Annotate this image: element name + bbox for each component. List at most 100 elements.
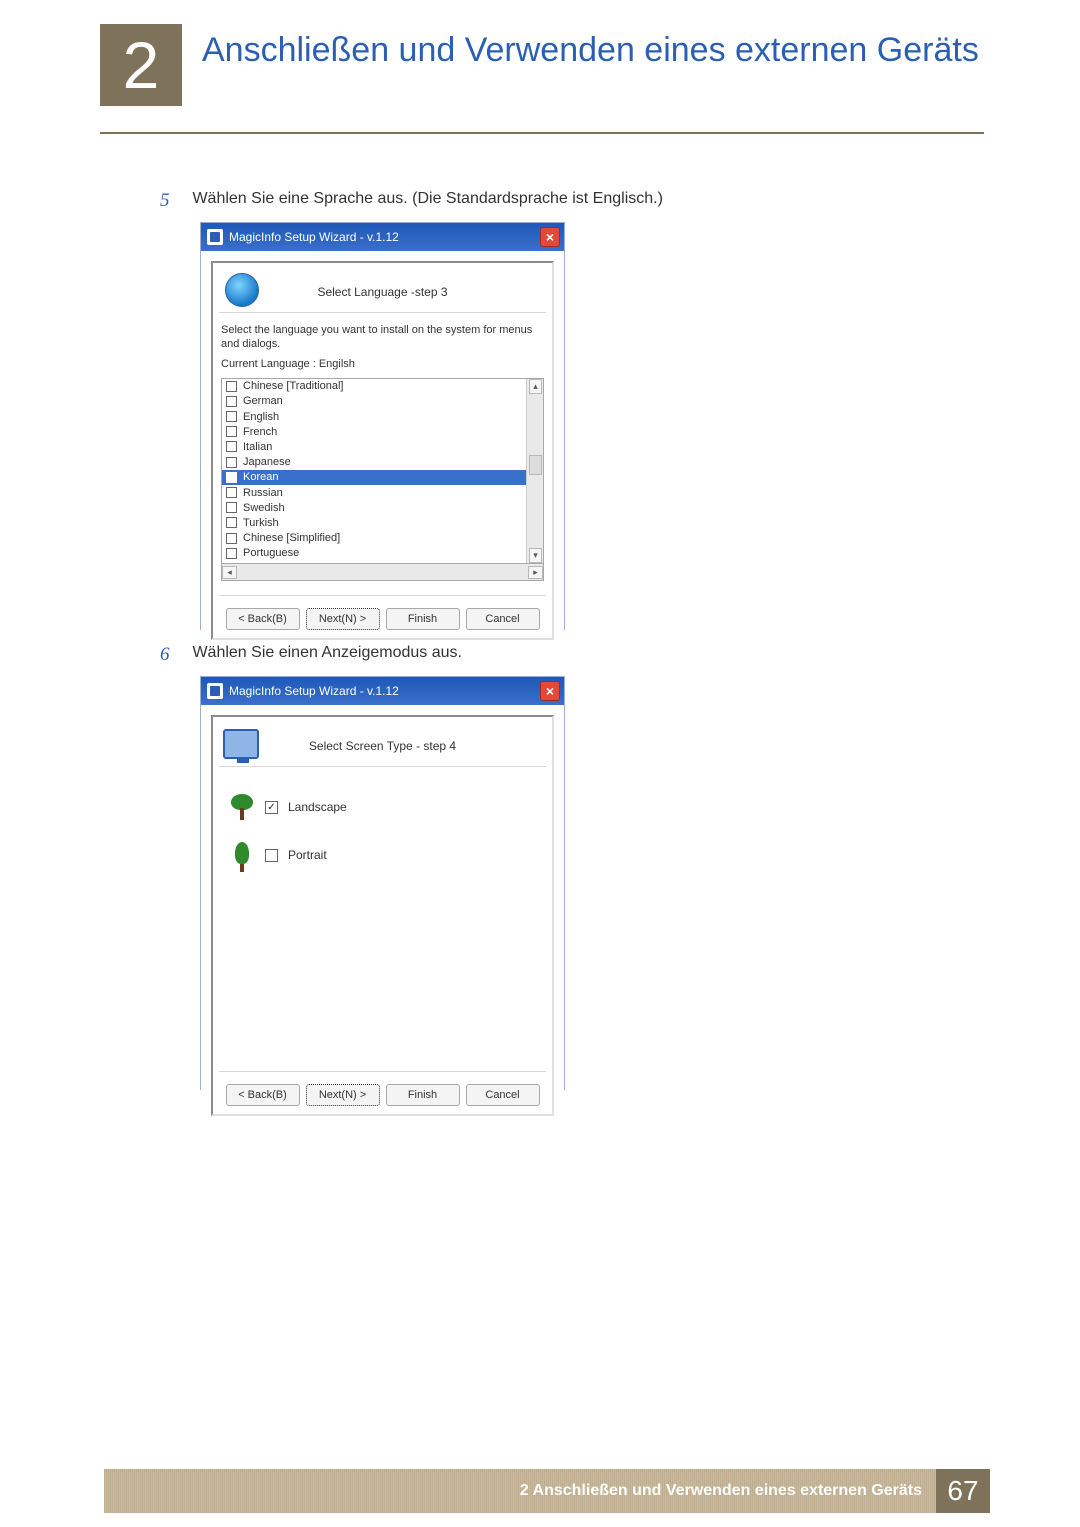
language-item-label: Chinese [Traditional]: [243, 380, 343, 392]
horizontal-scrollbar[interactable]: ◂ ▸: [221, 564, 544, 581]
landscape-label: Landscape: [288, 800, 347, 814]
language-item[interactable]: French: [222, 424, 526, 439]
language-item[interactable]: Swedish: [222, 500, 526, 515]
language-item[interactable]: German: [222, 394, 526, 409]
portrait-checkbox[interactable]: [265, 849, 278, 862]
next-button[interactable]: Next(N) >: [306, 608, 380, 630]
language-item-label: German: [243, 395, 283, 407]
footer-text: 2 Anschließen und Verwenden eines extern…: [520, 1482, 922, 1500]
step-banner-title: Select Screen Type - step 4: [309, 739, 456, 753]
step-banner: Select Language -step 3: [219, 271, 546, 313]
scroll-up-icon[interactable]: ▴: [529, 379, 542, 394]
wizard-titlebar: MagicInfo Setup Wizard - v.1.12 ×: [201, 223, 564, 251]
language-item-checkbox[interactable]: [226, 487, 237, 498]
back-button[interactable]: < Back(B): [226, 608, 300, 630]
language-list: Chinese [Traditional] German English French…: [222, 379, 526, 563]
page-footer: 2 Anschließen und Verwenden eines extern…: [104, 1469, 990, 1513]
step-5-number: 5: [160, 190, 188, 212]
language-item-label: Japanese: [243, 456, 291, 468]
language-item[interactable]: English: [222, 409, 526, 424]
language-listbox[interactable]: Chinese [Traditional] German English French…: [221, 378, 544, 564]
step-6-text: Wählen Sie einen Anzeigemodus aus.: [192, 644, 462, 662]
wizard-title-text: MagicInfo Setup Wizard - v.1.12: [229, 684, 399, 698]
language-item-checkbox[interactable]: [226, 411, 237, 422]
tree-portrait-icon: [229, 842, 255, 868]
wizard-panel: Select Language -step 3 Select the langu…: [211, 261, 554, 640]
step-6-number: 6: [160, 644, 188, 666]
wizard-language: MagicInfo Setup Wizard - v.1.12 × Select…: [200, 222, 565, 630]
chapter-header: 2 Anschließen und Verwenden eines extern…: [100, 24, 984, 134]
wizard-body: Select Screen Type - step 4 ✓ Landscape …: [201, 705, 564, 1128]
wizard-titlebar: MagicInfo Setup Wizard - v.1.12 ×: [201, 677, 564, 705]
language-item-checkbox[interactable]: [226, 441, 237, 452]
screen-type-options: ✓ Landscape Portrait: [219, 767, 546, 1057]
language-item-label: Portuguese: [243, 547, 299, 559]
landscape-checkbox[interactable]: ✓: [265, 801, 278, 814]
scroll-right-icon[interactable]: ▸: [528, 566, 543, 579]
language-item[interactable]: Chinese [Traditional]: [222, 379, 526, 394]
language-item-checkbox[interactable]: [226, 472, 237, 483]
step-banner-title: Select Language -step 3: [317, 285, 447, 299]
language-item[interactable]: Turkish: [222, 515, 526, 530]
close-icon: ×: [546, 684, 554, 698]
finish-button[interactable]: Finish: [386, 1084, 460, 1106]
portrait-label: Portrait: [288, 848, 327, 862]
language-item[interactable]: Chinese [Simplified]: [222, 530, 526, 545]
language-item-label: Italian: [243, 441, 272, 453]
language-item-label: English: [243, 411, 279, 423]
language-item-label: Swedish: [243, 502, 285, 514]
scroll-left-icon[interactable]: ◂: [222, 566, 237, 579]
step-banner: Select Screen Type - step 4: [219, 725, 546, 767]
cancel-button[interactable]: Cancel: [466, 608, 540, 630]
language-item[interactable]: Japanese: [222, 455, 526, 470]
language-item-checkbox[interactable]: [226, 533, 237, 544]
step-5-text: Wählen Sie eine Sprache aus. (Die Standa…: [192, 190, 662, 208]
landscape-option[interactable]: ✓ Landscape: [219, 783, 546, 831]
language-item-label: Russian: [243, 487, 283, 499]
wizard-button-row: < Back(B) Next(N) > Finish Cancel: [219, 595, 546, 630]
language-item-checkbox[interactable]: [226, 548, 237, 559]
language-item-label: Turkish: [243, 517, 279, 529]
wizard-title-text: MagicInfo Setup Wizard - v.1.12: [229, 230, 399, 244]
language-item-checkbox[interactable]: [226, 502, 237, 513]
language-item[interactable]: Russian: [222, 485, 526, 500]
tree-landscape-icon: [229, 794, 255, 820]
scroll-thumb[interactable]: [529, 455, 542, 475]
scroll-down-icon[interactable]: ▾: [529, 548, 542, 563]
language-item-checkbox[interactable]: [226, 396, 237, 407]
wizard-body: Select Language -step 3 Select the langu…: [201, 251, 564, 652]
language-item-label: Chinese [Simplified]: [243, 532, 340, 544]
language-item-label: Korean: [243, 471, 278, 483]
wizard-button-row: < Back(B) Next(N) > Finish Cancel: [219, 1071, 546, 1106]
language-item-checkbox[interactable]: [226, 381, 237, 392]
footer-page-number: 67: [936, 1469, 990, 1513]
language-item[interactable]: Italian: [222, 439, 526, 454]
step-6: 6 Wählen Sie einen Anzeigemodus aus.: [160, 644, 462, 666]
app-icon: [207, 229, 223, 245]
language-item-checkbox[interactable]: [226, 517, 237, 528]
language-item-checkbox[interactable]: [226, 426, 237, 437]
footer-bar: 2 Anschließen und Verwenden eines extern…: [104, 1469, 936, 1513]
language-item[interactable]: Portuguese: [222, 546, 526, 561]
close-button[interactable]: ×: [540, 681, 560, 701]
current-language-label: Current Language : Engilsh: [221, 358, 544, 370]
wizard-panel: Select Screen Type - step 4 ✓ Landscape …: [211, 715, 554, 1116]
language-item-label: French: [243, 426, 277, 438]
language-item[interactable]: Korean: [222, 470, 526, 485]
close-button[interactable]: ×: [540, 227, 560, 247]
chapter-number: 2: [123, 27, 160, 103]
cancel-button[interactable]: Cancel: [466, 1084, 540, 1106]
vertical-scrollbar[interactable]: ▴ ▾: [526, 379, 543, 563]
chapter-title: Anschließen und Verwenden eines externen…: [202, 30, 984, 71]
close-icon: ×: [546, 230, 554, 244]
app-icon: [207, 683, 223, 699]
step-5: 5 Wählen Sie eine Sprache aus. (Die Stan…: [160, 190, 663, 212]
monitor-icon: [223, 729, 259, 759]
language-item-checkbox[interactable]: [226, 457, 237, 468]
next-button[interactable]: Next(N) >: [306, 1084, 380, 1106]
back-button[interactable]: < Back(B): [226, 1084, 300, 1106]
language-desc: Select the language you want to install …: [221, 323, 544, 352]
portrait-option[interactable]: Portrait: [219, 831, 546, 879]
chapter-number-box: 2: [100, 24, 182, 106]
finish-button[interactable]: Finish: [386, 608, 460, 630]
